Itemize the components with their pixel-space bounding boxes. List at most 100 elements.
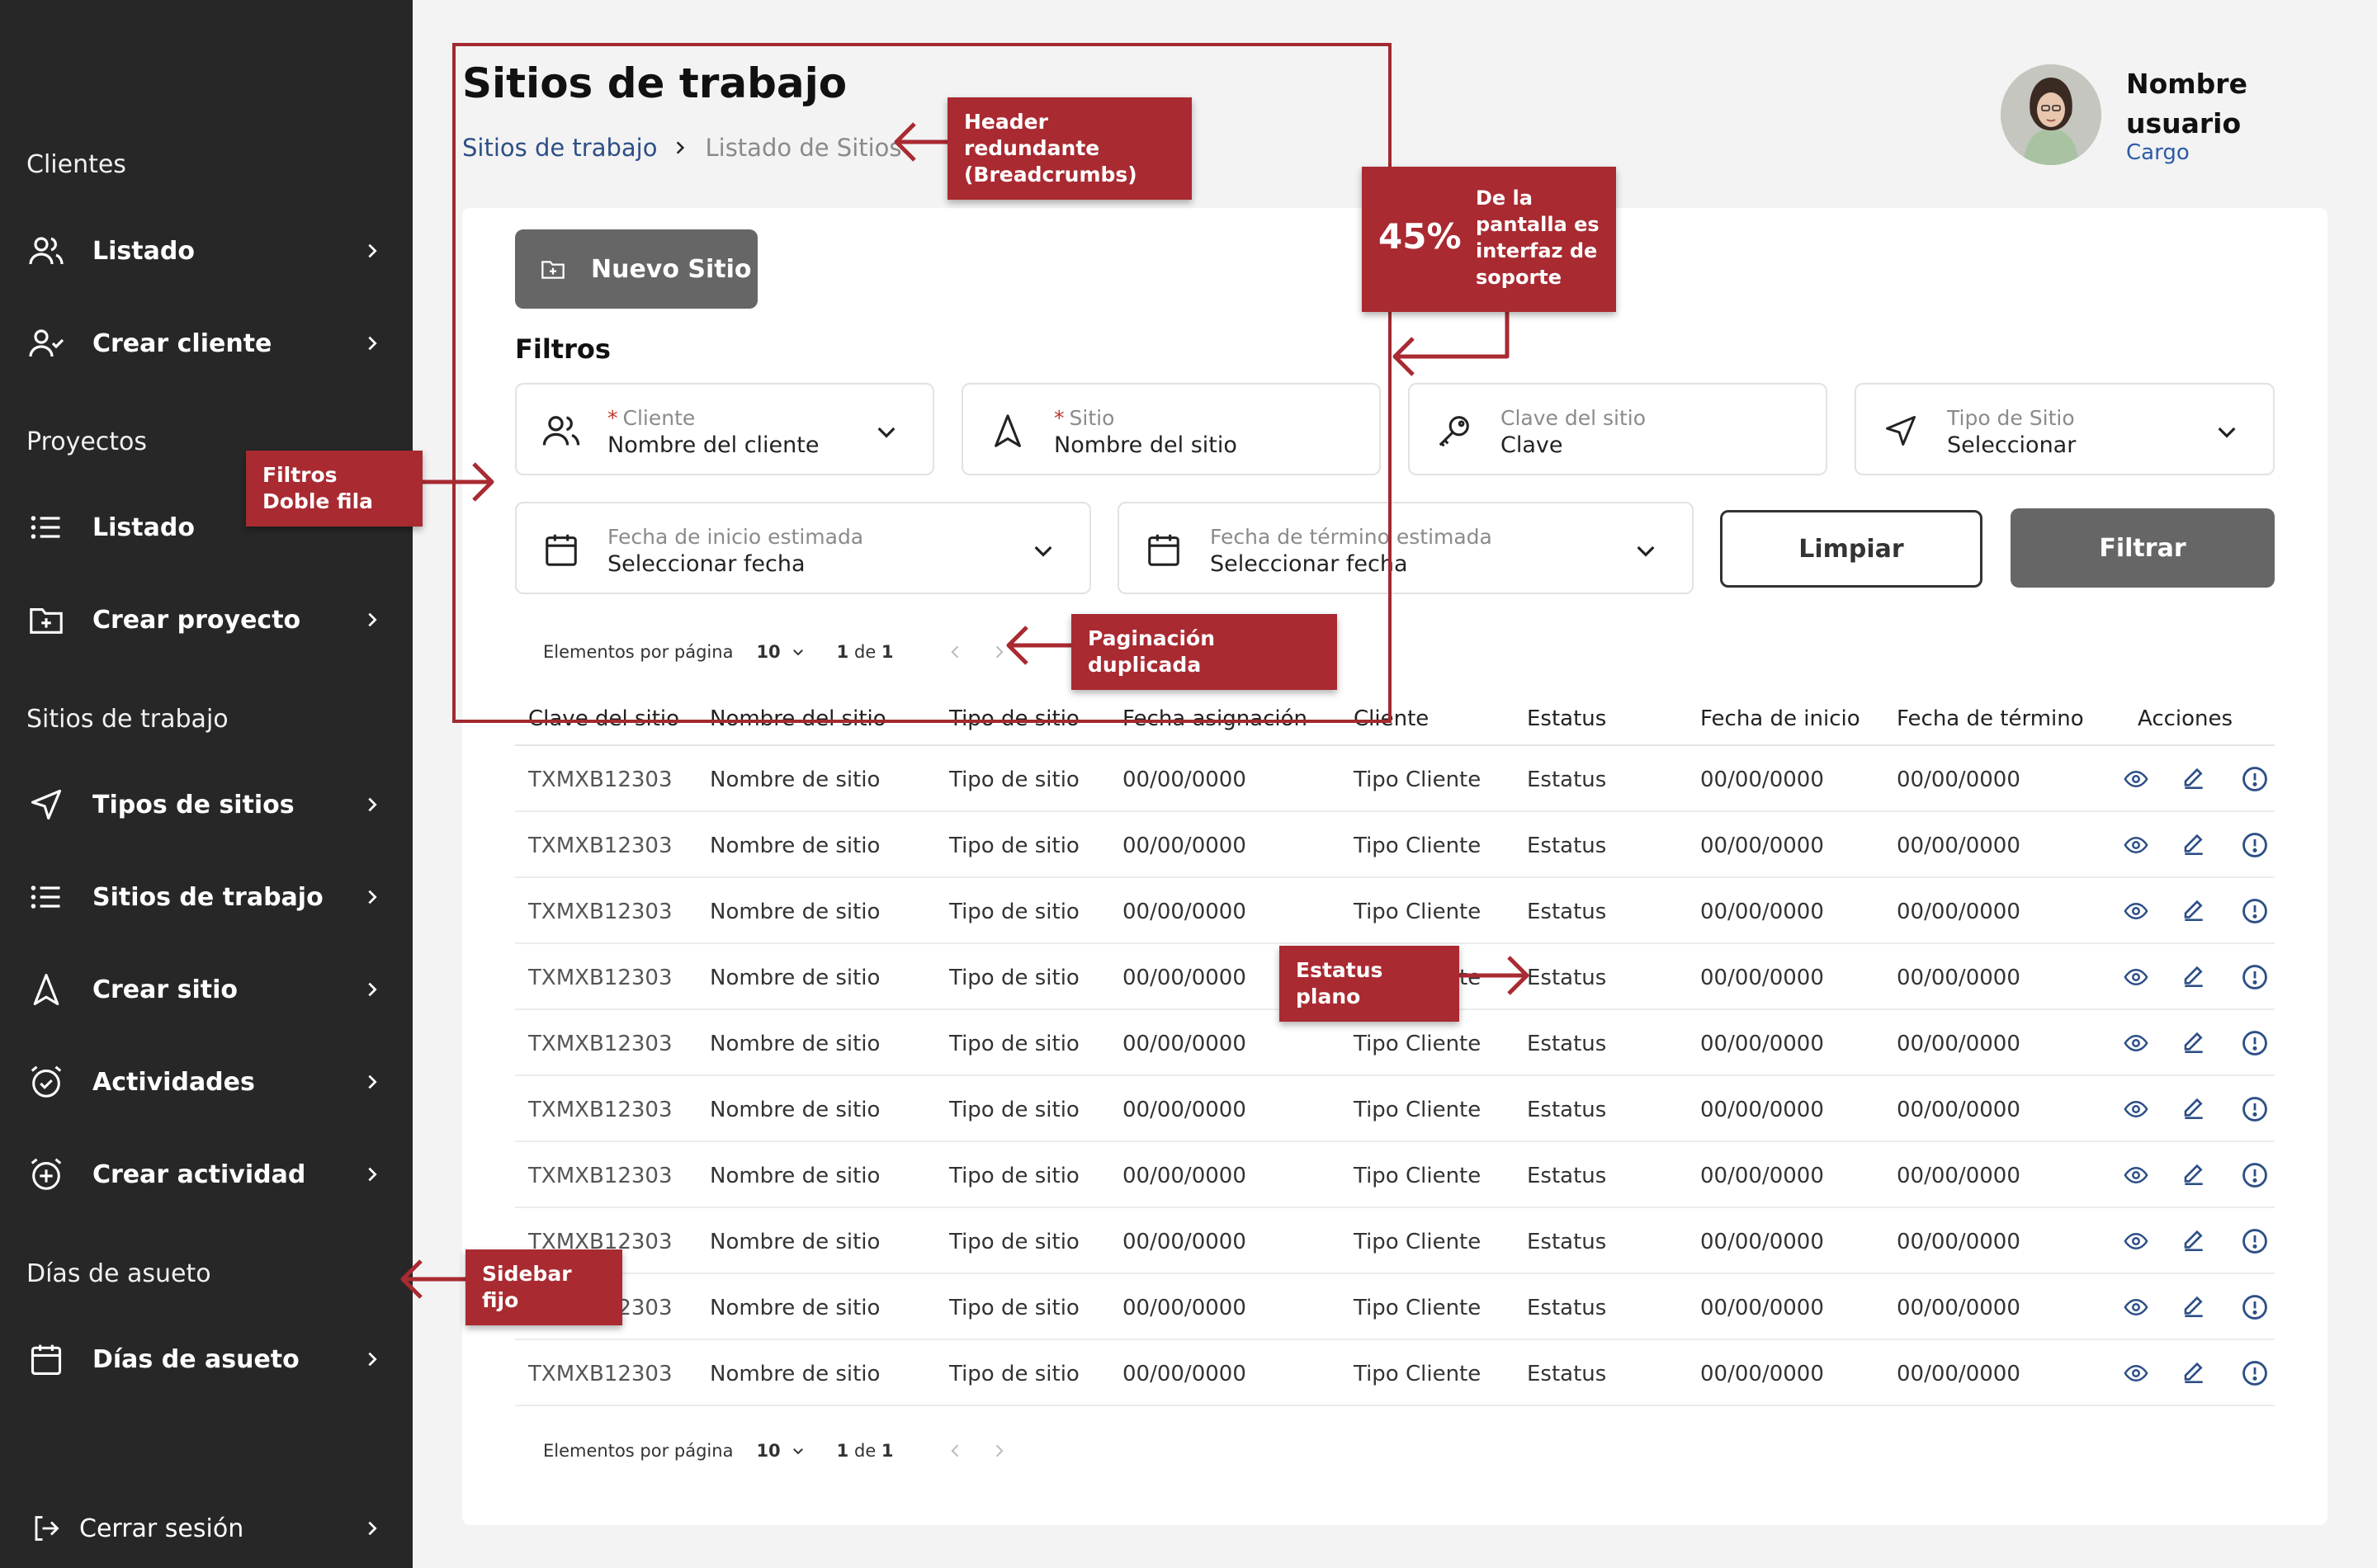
alert-circle-icon[interactable]	[2240, 1226, 2270, 1256]
chevron-down-icon[interactable]	[791, 1443, 807, 1459]
edit-icon[interactable]	[2179, 1094, 2209, 1124]
field-label: Tipo de Sitio	[1947, 406, 2075, 430]
filter-button[interactable]: Filtrar	[2011, 508, 2275, 588]
alert-circle-icon[interactable]	[2240, 1094, 2270, 1124]
next-page-icon[interactable]	[990, 1442, 1008, 1460]
avatar[interactable]	[2001, 64, 2101, 165]
table-cell: TXMXB12303	[528, 834, 673, 858]
eye-icon[interactable]	[2121, 764, 2151, 794]
chevron-right-icon	[362, 1164, 383, 1185]
alert-circle-icon[interactable]	[2240, 830, 2270, 860]
sidebar-item-clientes-listado[interactable]: Listado	[0, 218, 413, 284]
navigation-up-icon	[26, 970, 66, 1009]
annotation-percent-value: 45%	[1378, 216, 1462, 257]
per-page-select[interactable]: 10	[756, 1441, 780, 1461]
edit-icon[interactable]	[2179, 764, 2209, 794]
edit-icon[interactable]	[2179, 1028, 2209, 1058]
table-cell: Tipo Cliente	[1354, 1230, 1481, 1254]
edit-icon[interactable]	[2179, 896, 2209, 926]
chevron-right-icon	[362, 333, 383, 354]
table-row: TXMXB12303Nombre de sitioTipo de sitio00…	[515, 746, 2275, 812]
per-page-label: Elementos por página	[543, 1441, 734, 1461]
eye-icon[interactable]	[2121, 962, 2151, 992]
user-profile[interactable]: Nombre usuario Cargo	[2001, 64, 2331, 172]
alert-circle-icon[interactable]	[2240, 1160, 2270, 1190]
table-cell: 00/00/0000	[1700, 1296, 1824, 1320]
table-cell: Tipo de sitio	[949, 1032, 1080, 1056]
sidebar-item-dias-asueto[interactable]: Días de asueto	[0, 1326, 413, 1392]
user-name: Nombre usuario	[2126, 68, 2247, 139]
table-cell: Estatus	[1527, 767, 1607, 792]
table-row: TXMXB12303Nombre de sitioTipo de sitio00…	[515, 1208, 2275, 1274]
navigation-icon	[1879, 409, 1922, 452]
sidebar-item-crear-actividad[interactable]: Crear actividad	[0, 1141, 413, 1207]
sidebar-item-crear-proyecto[interactable]: Crear proyecto	[0, 587, 413, 653]
alert-circle-icon[interactable]	[2240, 1292, 2270, 1322]
alert-circle-icon[interactable]	[2240, 896, 2270, 926]
column-header[interactable]: Fecha de término	[1897, 706, 2084, 731]
eye-icon[interactable]	[2121, 1358, 2151, 1388]
table-cell: Nombre de sitio	[710, 1230, 881, 1254]
alert-circle-icon[interactable]	[2240, 962, 2270, 992]
sidebar-item-crear-sitio[interactable]: Crear sitio	[0, 956, 413, 1023]
sidebar-item-sitios-trabajo[interactable]: Sitios de trabajo	[0, 864, 413, 930]
eye-icon[interactable]	[2121, 1292, 2151, 1322]
edit-icon[interactable]	[2179, 1358, 2209, 1388]
table-row: TXMXB12303Nombre de sitioTipo de sitio00…	[515, 1274, 2275, 1340]
table-cell: 00/00/0000	[1897, 1296, 2020, 1320]
edit-icon[interactable]	[2179, 1292, 2209, 1322]
sidebar-section-proyectos: Proyectos	[26, 427, 148, 456]
sidebar-item-crear-cliente[interactable]: Crear cliente	[0, 310, 413, 376]
chevron-down-icon	[2214, 418, 2242, 446]
eye-icon[interactable]	[2121, 1226, 2151, 1256]
table-cell: Nombre de sitio	[710, 834, 881, 858]
navigation-icon	[26, 785, 66, 824]
alert-circle-icon[interactable]	[2240, 1028, 2270, 1058]
table-cell: Tipo de sitio	[949, 1362, 1080, 1386]
table-cell: 00/00/0000	[1897, 767, 2020, 792]
site-type-select[interactable]: Tipo de Sitio Seleccionar	[1855, 383, 2275, 475]
sidebar-item-label: Crear proyecto	[92, 605, 301, 635]
table-cell: Tipo de sitio	[949, 1164, 1080, 1188]
eye-icon[interactable]	[2121, 830, 2151, 860]
edit-icon[interactable]	[2179, 962, 2209, 992]
chevron-right-icon	[362, 886, 383, 908]
table-cell: Tipo de sitio	[949, 1230, 1080, 1254]
sidebar-section-sitios: Sitios de trabajo	[26, 705, 229, 734]
edit-icon[interactable]	[2179, 1226, 2209, 1256]
sidebar-item-actividades[interactable]: Actividades	[0, 1049, 413, 1115]
table-cell: Estatus	[1527, 1164, 1607, 1188]
edit-icon[interactable]	[2179, 1160, 2209, 1190]
eye-icon[interactable]	[2121, 1160, 2151, 1190]
chevron-right-icon	[362, 240, 383, 262]
clear-button[interactable]: Limpiar	[1720, 510, 1982, 588]
eye-icon[interactable]	[2121, 1094, 2151, 1124]
table-row: TXMXB12303Nombre de sitioTipo de sitio00…	[515, 1340, 2275, 1406]
eye-icon[interactable]	[2121, 896, 2151, 926]
column-header: Acciones	[2138, 706, 2233, 731]
table-cell: Tipo Cliente	[1354, 1164, 1481, 1188]
chevron-right-icon	[362, 609, 383, 631]
column-header[interactable]: Fecha de inicio	[1700, 706, 1860, 731]
sidebar-item-tipos-sitios[interactable]: Tipos de sitios	[0, 772, 413, 838]
table-cell: 00/00/0000	[1122, 1362, 1246, 1386]
field-value: Seleccionar	[1947, 432, 2077, 458]
table-cell: Tipo de sitio	[949, 900, 1080, 924]
user-check-icon	[26, 324, 66, 363]
alert-circle-icon[interactable]	[2240, 1358, 2270, 1388]
table-cell: Tipo Cliente	[1354, 1296, 1481, 1320]
table-cell: 00/00/0000	[1122, 966, 1246, 990]
sites-table: Clave del sitio Nombre del sitio Tipo de…	[515, 695, 2275, 1406]
eye-icon[interactable]	[2121, 1028, 2151, 1058]
alert-circle-icon[interactable]	[2240, 764, 2270, 794]
table-cell: 00/00/0000	[1897, 834, 2020, 858]
table-cell: 00/00/0000	[1122, 1032, 1246, 1056]
chevron-right-icon	[362, 1518, 383, 1539]
edit-icon[interactable]	[2179, 830, 2209, 860]
logout-button[interactable]: Cerrar sesión	[0, 1495, 413, 1561]
prev-page-icon[interactable]	[947, 1442, 965, 1460]
list-icon	[26, 508, 66, 547]
site-key-field[interactable]: Clave del sitio Clave	[1408, 383, 1827, 475]
column-header[interactable]: Estatus	[1527, 706, 1606, 731]
user-role: Cargo	[2126, 140, 2190, 165]
